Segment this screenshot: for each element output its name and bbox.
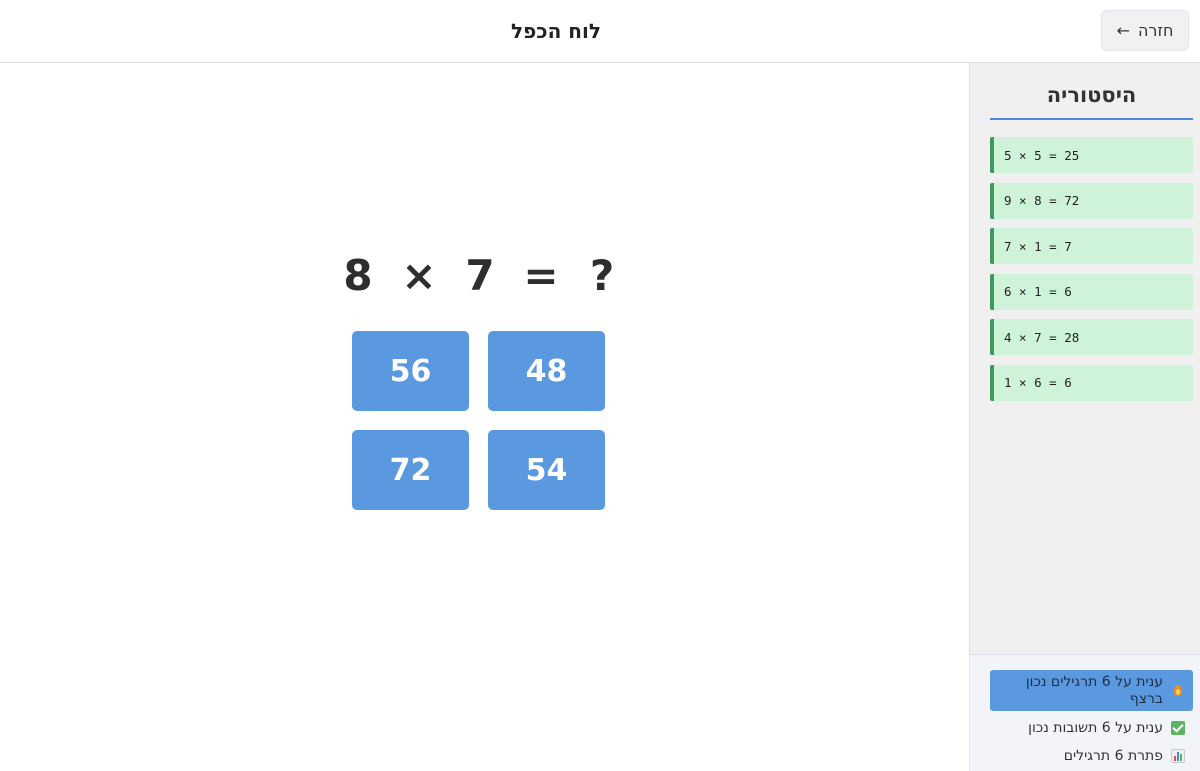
fire-icon	[1171, 684, 1185, 698]
achievement-text: פתרת 6 תרגילים	[1063, 748, 1163, 764]
answer-button-3[interactable]: 72	[352, 430, 469, 510]
bar-chart-icon	[1171, 749, 1185, 763]
answer-button-2[interactable]: 48	[488, 331, 605, 411]
achievements-panel: ענית על 6 תרגילים נכון ברצף ענית על 6 תש…	[969, 654, 1200, 771]
unknown-answer: ?	[589, 250, 615, 300]
history-item: 1 × 6 = 6	[990, 364, 1193, 401]
achievement-correct: ענית על 6 תשובות נכון	[990, 717, 1193, 739]
page-title: לוח הכפל	[511, 19, 601, 43]
equation: 8 × 7 = ?	[340, 250, 620, 300]
operand-b: 7	[465, 250, 495, 300]
back-button[interactable]: חזרה ←	[1101, 10, 1189, 51]
history-item: 7 × 1 = 7	[990, 228, 1193, 264]
exercise-area: 8 × 7 = ? 56 48 72 54	[0, 63, 969, 771]
history-item: 9 × 8 = 72	[990, 182, 1193, 219]
history-item: 4 × 7 = 28	[990, 319, 1193, 355]
arrow-left-icon: ←	[1116, 21, 1130, 40]
history-list: 5 × 5 = 25 9 × 8 = 72 7 × 1 = 7 6 × 1 = …	[990, 137, 1193, 410]
answer-button-4[interactable]: 54	[488, 430, 605, 510]
achievement-text: ענית על 6 תרגילים נכון ברצף	[1025, 673, 1163, 707]
answer-button-1[interactable]: 56	[352, 331, 469, 411]
app-header: לוח הכפל חזרה ←	[0, 0, 1200, 63]
achievement-streak: ענית על 6 תרגילים נכון ברצף	[990, 670, 1193, 711]
back-label: חזרה	[1137, 21, 1174, 40]
achievement-text: ענית על 6 תשובות נכון	[1028, 720, 1163, 736]
check-icon	[1171, 721, 1185, 735]
multiply-sign: ×	[401, 250, 437, 300]
equals-sign: =	[523, 250, 559, 300]
operand-a: 8	[343, 250, 373, 300]
achievement-solved: פתרת 6 תרגילים	[990, 745, 1193, 767]
history-title: היסטוריה	[990, 83, 1193, 120]
history-item: 5 × 5 = 25	[990, 137, 1193, 173]
history-item: 6 × 1 = 6	[990, 273, 1193, 310]
